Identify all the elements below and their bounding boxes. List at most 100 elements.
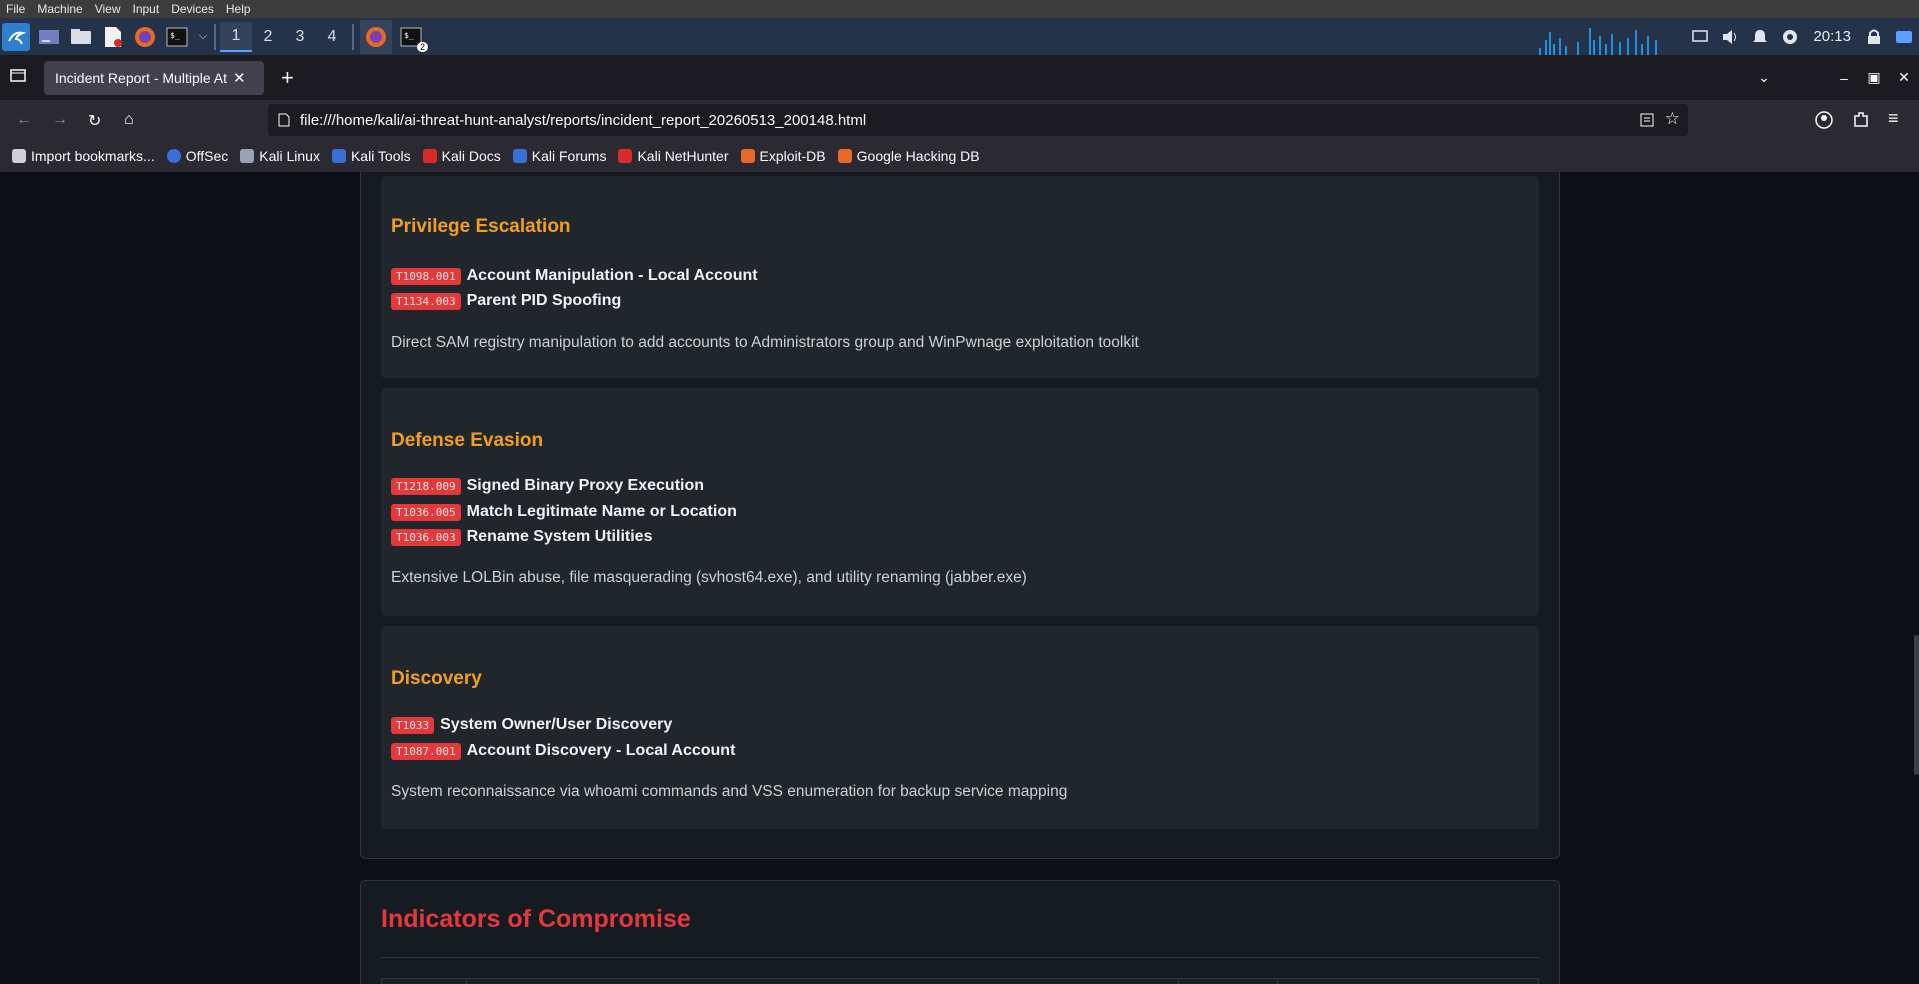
bookmark-label: Kali NetHunter [637,148,729,164]
workspace-2[interactable]: 2 [252,22,284,52]
vm-menu-machine[interactable]: Machine [31,0,88,18]
kali-menu-icon[interactable] [2,22,30,51]
bookmark-kali-nethunter[interactable]: Kali NetHunter [618,148,729,164]
terminal-count-badge: 2 [416,41,428,52]
mitre-mapping-card: Privilege Escalation T1098.001 Account M… [360,172,1560,859]
nethunter-icon [618,149,633,163]
browser-tab-bar: Incident Report - Multiple Att ✕ + ⌄ – ▣… [0,55,1919,100]
technique-id-badge: T1036.003 [391,528,461,546]
terminal-launcher-icon[interactable]: $_ [164,24,190,50]
technique-item: T1033 System Owner/User Discovery [391,716,672,734]
bookmark-label: Import bookmarks... [31,148,155,164]
home-icon[interactable]: ⌂ [124,111,134,129]
kali-dragon-icon [240,149,255,163]
bookmark-kali-linux[interactable]: Kali Linux [240,148,320,164]
tactic-description: Direct SAM registry manipulation to add … [391,334,1139,351]
kali-tools-icon [331,149,346,163]
technique-name: Account Discovery - Local Account [466,742,736,759]
menu-icon[interactable]: ≡ [1888,108,1899,129]
technique-id-badge: T1218.009 [391,477,461,495]
firefox-launcher-icon[interactable] [132,24,158,50]
workspace-1[interactable]: 1 [220,21,252,52]
bookmark-import[interactable]: Import bookmarks... [12,148,155,164]
forward-icon[interactable]: → [52,111,68,129]
tactic-heading: Privilege Escalation [391,216,571,237]
technique-name: System Owner/User Discovery [440,716,673,733]
show-desktop-icon[interactable] [36,24,62,50]
reload-icon[interactable]: ↻ [88,111,101,131]
volume-icon[interactable] [1715,18,1745,55]
tactic-defense-evasion: Defense Evasion T1218.009 Signed Binary … [381,388,1539,616]
technique-item: T1087.001 Account Discovery - Local Acco… [391,742,735,760]
display-icon[interactable] [1685,18,1715,55]
svg-text:$_: $_ [170,31,180,40]
bookmark-google-hacking-db[interactable]: Google Hacking DB [837,148,980,164]
vm-menu-input[interactable]: Input [127,0,166,18]
tactic-discovery: Discovery T1033 System Owner/User Discov… [381,626,1539,829]
back-icon[interactable]: ← [16,111,32,129]
tab-incident-report[interactable]: Incident Report - Multiple Att ✕ [44,61,264,95]
chevron-down-icon[interactable]: ⌵ [196,24,210,50]
maximize-icon[interactable]: ▣ [1859,69,1889,86]
notifications-icon[interactable] [1745,18,1775,55]
lock-icon[interactable] [1859,18,1889,55]
bookmark-label: Kali Forums [531,148,607,164]
bookmark-kali-docs[interactable]: Kali Docs [422,148,501,164]
new-tab-icon[interactable]: + [281,65,294,91]
kali-docs-icon [422,149,437,163]
bookmark-kali-tools[interactable]: Kali Tools [331,148,411,164]
technique-item: T1036.003 Rename System Utilities [391,528,652,546]
workspace-3[interactable]: 3 [284,22,316,52]
terminal-window-icon[interactable]: $_ 2 [398,24,428,52]
power-status-icon[interactable] [1775,18,1805,55]
close-icon[interactable]: ✕ [233,69,246,87]
ioc-table-header [381,978,1539,984]
bookmark-offsec[interactable]: OffSec [166,148,229,164]
bookmark-label: Kali Tools [350,148,411,164]
bookmarks-toolbar: Import bookmarks... OffSec Kali Linux Ka… [0,140,1919,172]
account-icon[interactable] [1815,111,1833,129]
workspace-4[interactable]: 4 [316,22,348,52]
desktop-panel: $_ ⌵ 1 2 3 4 $_ 2 20:13 [0,18,1919,55]
logout-icon[interactable] [1889,18,1919,55]
offsec-icon [166,149,181,163]
bookmark-kali-forums[interactable]: Kali Forums [512,148,607,164]
reader-view-icon[interactable] [1640,113,1654,127]
vm-menu-help[interactable]: Help [220,0,257,18]
divider [381,957,1539,958]
file-manager-icon[interactable] [68,24,94,50]
firefox-window-icon[interactable] [360,19,392,54]
table-column-divider [466,979,467,984]
bookmark-exploit-db[interactable]: Exploit-DB [740,148,826,164]
vm-menu-file[interactable]: File [0,0,31,18]
url-bar[interactable]: file:///home/kali/ai-threat-hunt-analyst… [268,104,1688,136]
text-editor-icon[interactable] [100,24,126,50]
technique-name: Match Legitimate Name or Location [466,503,737,520]
technique-id-badge: T1134.003 [391,292,461,310]
scrollbar-thumb[interactable] [1914,635,1919,775]
vm-menu-view[interactable]: View [89,0,127,18]
technique-id-badge: T1098.001 [391,267,461,285]
url-text: file:///home/kali/ai-threat-hunt-analyst… [300,111,867,129]
bookmark-star-icon[interactable]: ☆ [1665,109,1680,129]
tactic-description: Extensive LOLBin abuse, file masqueradin… [391,569,1027,586]
page-scrollbar[interactable] [1913,172,1919,984]
panel-separator [214,23,216,50]
extensions-icon[interactable] [1852,111,1870,129]
page-viewport: Privilege Escalation T1098.001 Account M… [0,172,1919,984]
tab-overview-icon[interactable] [10,67,26,88]
bookmark-label: OffSec [185,148,229,164]
technique-name: Rename System Utilities [466,528,653,545]
bookmark-label: Kali Docs [441,148,501,164]
window-close-icon[interactable]: ✕ [1889,69,1919,86]
system-tray: 20:13 [1537,18,1919,55]
minimize-icon[interactable]: – [1829,70,1859,86]
file-icon [278,113,290,127]
list-all-tabs-icon[interactable]: ⌄ [1749,69,1779,86]
vm-menubar: File Machine View Input Devices Help [0,0,1919,18]
vm-menu-devices[interactable]: Devices [165,0,220,18]
kali-forums-icon [512,149,527,163]
bookmark-label: Kali Linux [259,148,320,164]
clock[interactable]: 20:13 [1805,28,1859,45]
technique-item: T1036.005 Match Legitimate Name or Locat… [391,503,737,521]
